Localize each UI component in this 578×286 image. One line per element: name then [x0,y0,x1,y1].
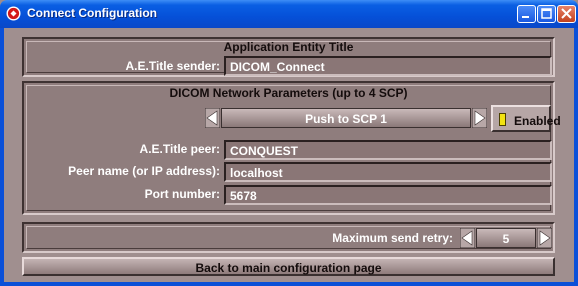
retry-increase-arrow-icon[interactable] [537,228,552,248]
retry-spinner: 5 [460,228,554,248]
connect-configuration-window: Connect Configuration Application Entity… [0,0,578,286]
prev-scp-arrow-icon[interactable] [205,108,220,128]
client-area: Application Entity Title A.E.Title sende… [4,28,574,282]
maximize-icon [541,8,552,19]
ae-title-peer-label: A.E.Title peer: [139,142,220,156]
retry-decrease-arrow-icon[interactable] [460,228,475,248]
window-frame-bottom [0,282,578,286]
close-button[interactable] [557,5,576,23]
retry-value-box: 5 [476,228,536,248]
peer-name-field[interactable]: localhost [224,162,552,182]
app-icon [6,6,21,21]
ae-title-peer-field[interactable]: CONQUEST [224,140,552,160]
minimize-button[interactable] [517,5,536,23]
retry-panel: Maximum send retry: 5 [22,222,555,253]
title-bar[interactable]: Connect Configuration [0,0,578,28]
scp-selector-label: Push to SCP 1 [305,112,387,126]
back-to-main-button[interactable]: Back to main configuration page [22,257,555,276]
enabled-indicator-icon [499,113,506,126]
minimize-icon [522,16,529,18]
ae-title-sender-label: A.E.Title sender: [125,59,220,73]
network-parameters-panel: DICOM Network Parameters (up to 4 SCP) P… [22,81,561,215]
scp-selector: Push to SCP 1 [205,108,487,130]
enabled-label: Enabled [514,114,561,128]
enabled-toggle[interactable]: Enabled [491,105,561,132]
ae-title-sender-field[interactable]: DICOM_Connect [224,56,552,76]
window-frame-right [574,28,578,286]
window-title: Connect Configuration [27,6,157,20]
port-number-label: Port number: [144,187,220,201]
maximize-button[interactable] [537,5,556,23]
max-send-retry-label: Maximum send retry: [332,231,453,245]
scp-selector-button[interactable]: Push to SCP 1 [221,108,471,128]
ae-title-panel: Application Entity Title A.E.Title sende… [22,37,555,77]
peer-name-label: Peer name (or IP address): [68,164,220,178]
next-scp-arrow-icon[interactable] [472,108,487,128]
close-icon [561,8,572,19]
port-number-field[interactable]: 5678 [224,185,552,205]
retry-value: 5 [502,232,510,246]
ae-title-heading: Application Entity Title [223,40,354,54]
network-parameters-heading: DICOM Network Parameters (up to 4 SCP) [169,86,408,100]
